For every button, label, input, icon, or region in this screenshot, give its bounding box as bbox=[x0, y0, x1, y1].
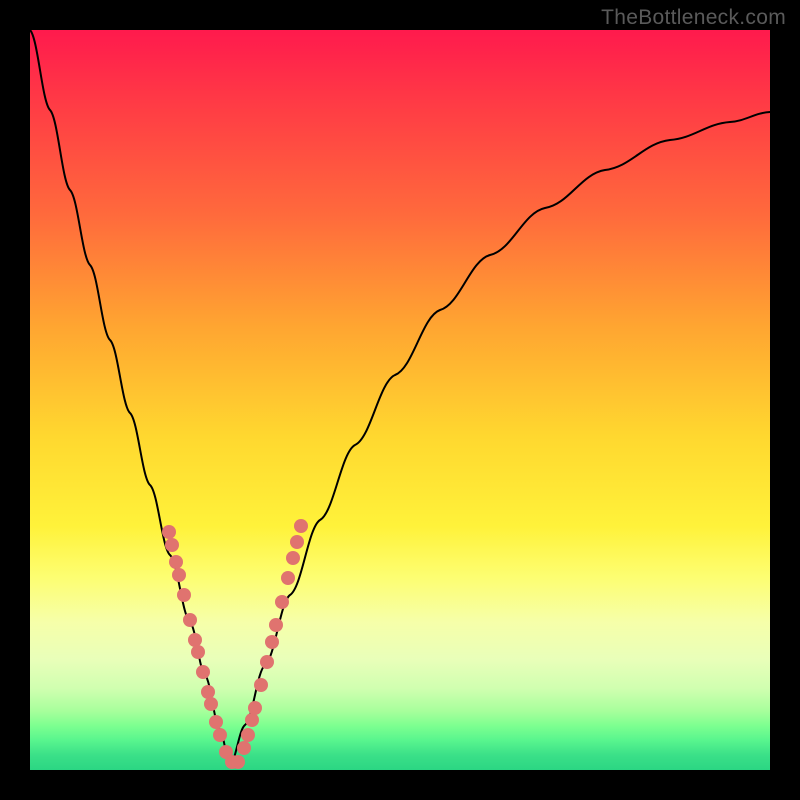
data-dot-right bbox=[254, 678, 268, 692]
data-dot-right bbox=[248, 701, 262, 715]
data-dot-right bbox=[275, 595, 289, 609]
data-dot-left bbox=[196, 665, 210, 679]
data-dot-right bbox=[265, 635, 279, 649]
data-dot-left bbox=[169, 555, 183, 569]
data-dot-left bbox=[191, 645, 205, 659]
data-dot-left bbox=[209, 715, 223, 729]
right-branch-curve bbox=[230, 112, 770, 765]
data-dot-left bbox=[177, 588, 191, 602]
data-dot-right bbox=[281, 571, 295, 585]
data-dot-right bbox=[241, 728, 255, 742]
data-dots-group bbox=[162, 519, 308, 769]
data-dot-right bbox=[286, 551, 300, 565]
data-dot-left bbox=[201, 685, 215, 699]
data-dot-right bbox=[294, 519, 308, 533]
data-dot-right bbox=[269, 618, 283, 632]
data-dot-left bbox=[213, 728, 227, 742]
data-dot-right bbox=[245, 713, 259, 727]
chart-svg bbox=[30, 30, 770, 770]
data-dot-left bbox=[204, 697, 218, 711]
data-dot-left bbox=[162, 525, 176, 539]
data-dot-left bbox=[172, 568, 186, 582]
chart-frame: TheBottleneck.com bbox=[0, 0, 800, 800]
data-dot-right bbox=[231, 755, 245, 769]
data-dot-left bbox=[188, 633, 202, 647]
data-dot-right bbox=[260, 655, 274, 669]
data-dot-left bbox=[183, 613, 197, 627]
data-dot-right bbox=[237, 741, 251, 755]
watermark-text: TheBottleneck.com bbox=[601, 6, 786, 30]
data-dot-right bbox=[290, 535, 304, 549]
data-dot-left bbox=[165, 538, 179, 552]
plot-area bbox=[30, 30, 770, 770]
